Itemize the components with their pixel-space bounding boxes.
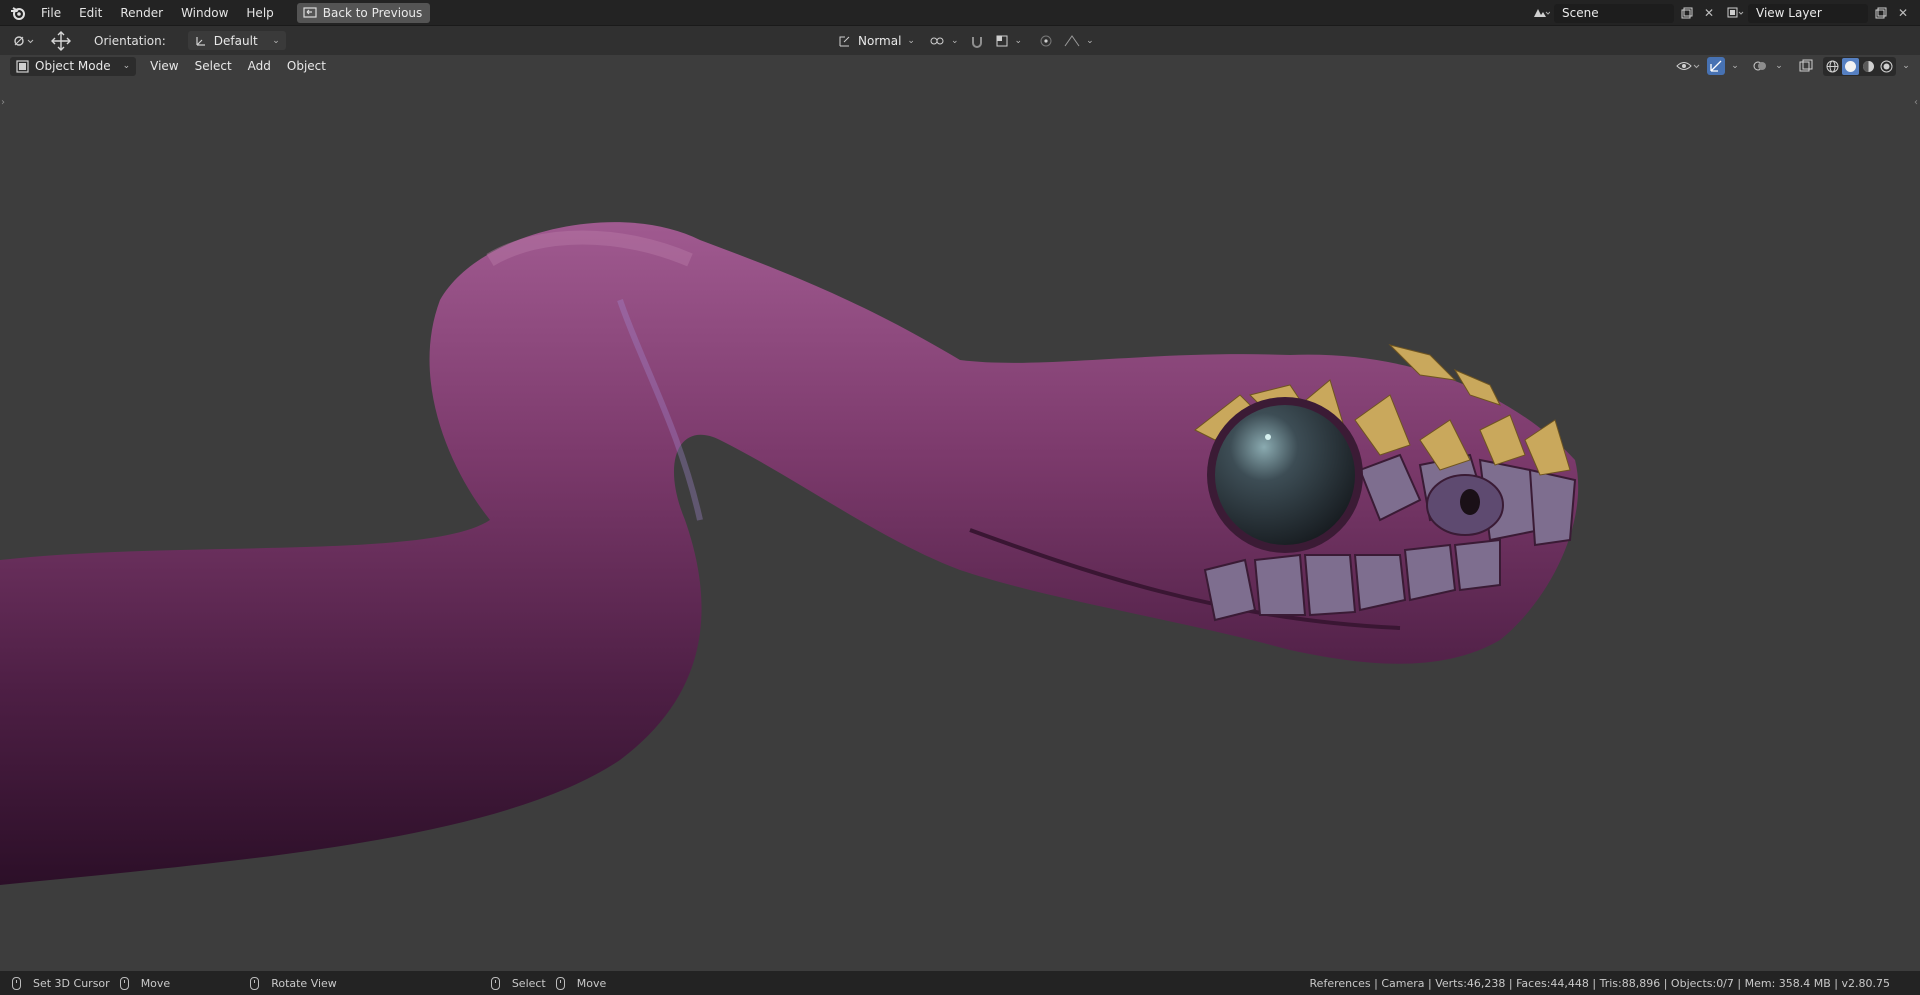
eye (1215, 405, 1355, 545)
object-mode-dropdown[interactable]: Object Mode ⌄ (10, 56, 137, 76)
mouse-right-drag-icon (555, 976, 565, 990)
screen-back-icon (303, 6, 317, 18)
chevron-down-icon: ⌄ (272, 35, 280, 46)
menu-window[interactable]: Window (172, 3, 237, 23)
viewport-3d-scene[interactable] (0, 77, 1920, 971)
status-right-click: Select (490, 976, 546, 990)
orientation-label: Orientation: (94, 33, 166, 48)
new-scene-icon[interactable] (1678, 4, 1696, 22)
menu-view[interactable]: View (142, 59, 186, 73)
nostril (1460, 489, 1480, 515)
wireframe-shading-icon[interactable] (1824, 58, 1841, 75)
topbar-right: Scene ✕ View Layer ✕ (1532, 0, 1920, 26)
snap-element-dropdown[interactable]: ⌄ (989, 31, 1029, 50)
menu-render[interactable]: Render (111, 3, 172, 23)
rendered-shading-icon[interactable] (1878, 58, 1895, 75)
status-left-drag: Move (119, 976, 171, 990)
pivot-value: Normal (858, 33, 902, 48)
status-right-drag: Move (555, 976, 607, 990)
delete-view-layer-icon[interactable]: ✕ (1894, 4, 1912, 22)
mouse-drag-icon (119, 976, 129, 990)
transform-orientation-icon (839, 36, 850, 46)
material-shading-icon[interactable] (1860, 58, 1877, 75)
scene-selector: Scene ✕ (1532, 3, 1718, 23)
mouse-right-icon (490, 976, 500, 990)
blender-logo-icon[interactable] (10, 5, 26, 21)
gizmo-toggle-icon[interactable] (1707, 57, 1725, 75)
overlays-toggle-icon[interactable] (1751, 57, 1769, 75)
shading-mode-group (1823, 56, 1896, 76)
chevron-down-icon: ⌄ (122, 61, 131, 71)
status-right-drag-label: Move (576, 976, 607, 990)
menu-edit[interactable]: Edit (70, 3, 111, 23)
transform-pivot-dropdown[interactable]: Normal ⌄ (832, 31, 921, 50)
pivot-point-icon (930, 37, 944, 44)
gizmo-dropdown-chevron-icon[interactable]: ⌄ (1729, 57, 1741, 75)
pivot-point-dropdown[interactable]: ⌄ (923, 31, 965, 50)
move-tool-icon[interactable] (48, 30, 74, 52)
center-tools: Normal ⌄ ⌄ ⌄ ⌄ (832, 26, 1100, 55)
orientation-value: Default (213, 33, 258, 48)
scene-browse-icon[interactable] (1532, 4, 1550, 22)
delete-scene-icon[interactable]: ✕ (1700, 4, 1718, 22)
chevron-down-icon: ⌄ (1086, 35, 1094, 46)
back-to-previous-label: Back to Previous (322, 5, 423, 20)
mouse-middle-icon (250, 976, 260, 990)
snap-toggle-icon[interactable] (967, 30, 987, 52)
eye-highlight (1265, 434, 1271, 440)
mouse-left-icon (12, 976, 21, 990)
visibility-dropdown-icon[interactable] (1675, 57, 1703, 75)
axes-icon (196, 36, 205, 46)
proportional-editing-icon[interactable] (1036, 30, 1056, 52)
snake-body (0, 222, 1579, 885)
menu-object[interactable]: Object (279, 59, 334, 73)
editor-type-icon[interactable] (8, 30, 40, 52)
tool-settings-header: Orientation: Default ⌄ Normal ⌄ ⌄ ⌄ ⌄ (0, 26, 1920, 55)
falloff-curve-icon (1064, 34, 1080, 46)
orientation-dropdown[interactable]: Default ⌄ (187, 31, 286, 50)
top-bar: File Edit Render Window Help Back to Pre… (0, 0, 1920, 26)
xray-toggle-icon[interactable] (1797, 57, 1815, 75)
status-right-click-label: Select (511, 976, 546, 990)
view-layer-browse-icon[interactable] (1726, 4, 1744, 22)
solid-shading-icon[interactable] (1842, 57, 1859, 75)
menu-file[interactable]: File (32, 3, 70, 23)
status-left-drag-label: Move (140, 976, 171, 990)
viewport-header: Object Mode ⌄ View Select Add Object ⌄ ⌄ (0, 55, 1920, 77)
chevron-down-icon: ⌄ (907, 35, 915, 46)
status-middle-label: Rotate View (271, 976, 337, 990)
status-left-click-label: Set 3D Cursor (33, 976, 110, 990)
menu-help[interactable]: Help (237, 3, 282, 23)
status-bar: Set 3D Cursor Move Rotate View Select Mo… (0, 971, 1920, 995)
object-mode-label: Object Mode (35, 59, 111, 73)
menu-select[interactable]: Select (187, 59, 240, 73)
chevron-down-icon: ⌄ (1014, 35, 1023, 46)
scene-name-field[interactable]: Scene (1554, 3, 1674, 23)
viewport-header-right: ⌄ ⌄ ⌄ (1675, 55, 1912, 77)
shading-dropdown-chevron-icon[interactable]: ⌄ (1900, 57, 1912, 75)
status-left-click: Set 3D Cursor (12, 976, 110, 990)
scene-statistics: References | Camera | Verts:46,238 | Fac… (1309, 976, 1890, 990)
overlays-dropdown-chevron-icon[interactable]: ⌄ (1773, 57, 1785, 75)
snap-increment-icon (996, 35, 1008, 46)
menu-add[interactable]: Add (240, 59, 279, 73)
back-to-previous-button[interactable]: Back to Previous (296, 2, 431, 23)
view-layer-name-field[interactable]: View Layer (1748, 3, 1868, 23)
proportional-falloff-dropdown[interactable]: ⌄ (1058, 31, 1100, 50)
status-middle: Rotate View (250, 976, 337, 990)
chevron-down-icon: ⌄ (950, 35, 959, 46)
object-mode-icon (16, 59, 29, 73)
new-view-layer-icon[interactable] (1872, 4, 1890, 22)
view-layer-selector: View Layer ✕ (1726, 3, 1912, 23)
